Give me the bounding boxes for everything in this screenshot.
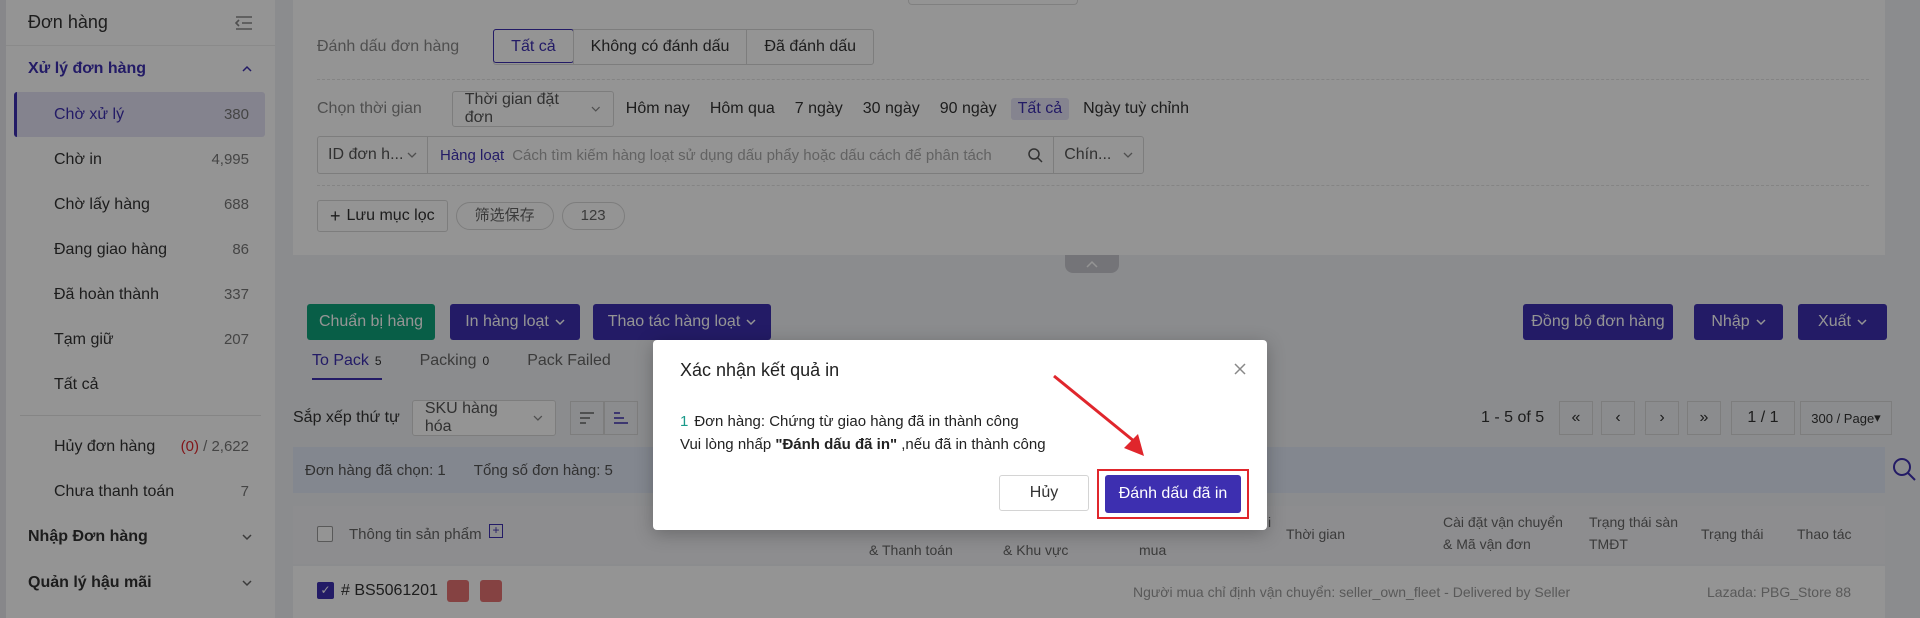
print-confirm-dialog: Xác nhận kết quả in 1 Đơn hàng: Chứng từ … — [653, 340, 1267, 530]
dialog-line2-pre: Vui lòng nhấp — [680, 436, 776, 453]
cancel-label: Hủy — [1029, 484, 1059, 501]
dialog-count: 1 — [680, 413, 689, 430]
close-icon[interactable] — [1233, 362, 1247, 376]
dialog-line2-post: ,nếu đã in thành công — [897, 436, 1046, 453]
dialog-message-line1: 1 Đơn hàng: Chứng từ giao hàng đã in thàn… — [680, 413, 1019, 430]
dialog-title: Xác nhận kết quả in — [680, 360, 840, 380]
app: Đơn hàng Xử lý đơn hàng Chờ xử lý 380 Ch… — [0, 0, 1920, 618]
dialog-line2-bold: "Đánh dấu đã in" — [775, 436, 898, 453]
cancel-button[interactable]: Hủy — [999, 475, 1089, 511]
annotation-arrow-icon — [1053, 374, 1144, 456]
dialog-line1-text: Đơn hàng: Chứng từ giao hàng đã in thành… — [694, 413, 1019, 430]
mark-printed-label: Đánh dấu đã in — [1118, 485, 1228, 502]
dialog-message-line2: Vui lòng nhấp "Đánh dấu đã in" ,nếu đã i… — [680, 436, 1046, 453]
mark-printed-button[interactable]: Đánh dấu đã in — [1105, 475, 1241, 513]
